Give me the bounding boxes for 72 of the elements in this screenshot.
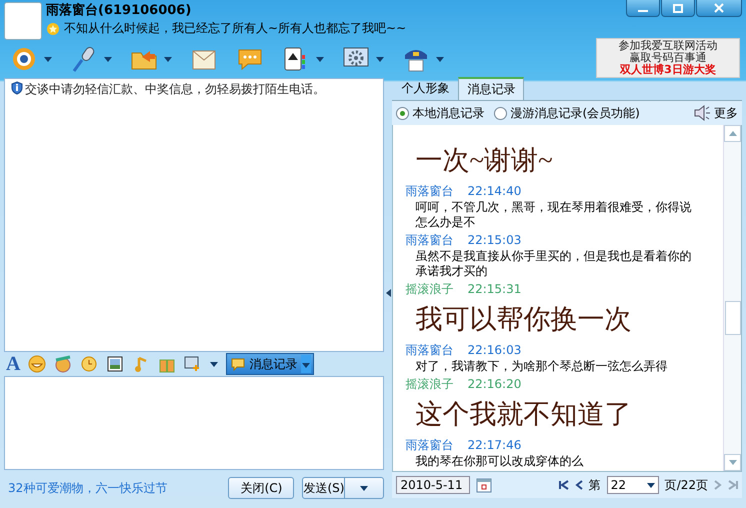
page-dropdown[interactable]: 22 [606, 476, 659, 494]
calendar-icon[interactable] [476, 477, 492, 493]
message-text: 虽然不是我直接从你手里买的，但是我也是看着你的承诺我才买的 [414, 249, 692, 279]
close-button[interactable]: 关闭(C) [228, 477, 294, 499]
previous-page-icon[interactable] [574, 480, 583, 490]
safety-notice: 交谈中请勿轻信汇款、中奖信息，勿轻易拨打陌生电话。 [25, 81, 325, 98]
radio-label[interactable]: 本地消息记录 [412, 104, 484, 122]
message-text: 我的琴在你那可以改成穿体的么 [414, 454, 584, 469]
first-page-icon[interactable] [558, 480, 569, 490]
star-icon [46, 22, 60, 36]
message-text: 我可以帮你换一次 [414, 303, 632, 336]
scroll-up-icon [728, 131, 736, 136]
radio-label[interactable]: 漫游消息记录(会员功能) [510, 104, 640, 122]
ad-text: 赢取号码百事通 [630, 52, 706, 64]
webcam-icon[interactable] [10, 45, 38, 73]
caret-icon[interactable] [164, 56, 172, 62]
caret-icon[interactable] [646, 482, 655, 488]
caret-icon[interactable] [210, 362, 218, 366]
page-count: 页/22页 [664, 476, 708, 494]
contact-name: 雨落窗台(619106006) [46, 2, 192, 20]
caret-icon[interactable] [44, 56, 52, 62]
font-button[interactable]: A [6, 354, 20, 374]
speaker-icon[interactable] [694, 104, 711, 122]
sender-name: 雨落窗台 [405, 183, 454, 200]
date-field[interactable]: 2010-5-11 [396, 476, 470, 494]
caret-icon[interactable] [316, 56, 324, 62]
ad-text: 双人世博3日游大奖 [620, 64, 716, 76]
caret-icon[interactable] [360, 486, 368, 490]
tab[interactable]: 个人形象 [392, 77, 458, 100]
maximize-icon [673, 4, 683, 12]
message-time: 22:15:03 [467, 232, 522, 249]
promo-link[interactable]: 32种可爱潮物，六一快乐过节 [4, 480, 228, 496]
radio-button[interactable] [396, 106, 410, 120]
sender-name: 雨落窗台 [405, 232, 454, 249]
speech-bubble-icon [231, 357, 246, 371]
caret-icon[interactable] [436, 56, 444, 62]
minimize-button[interactable] [626, 0, 660, 17]
message-history-button[interactable]: 消息记录 [226, 353, 314, 375]
message-time: 22:17:46 [467, 437, 522, 454]
message-time: 22:16:20 [467, 376, 522, 393]
sender-name: 摇滚浪子 [405, 281, 454, 298]
more-button[interactable]: 更多 [714, 104, 738, 122]
clock-face-icon[interactable] [80, 355, 98, 373]
close-icon [714, 3, 724, 13]
scrollbar[interactable] [723, 125, 741, 471]
landscape-picture-icon[interactable] [106, 355, 124, 373]
ad-text: 参加我爱互联网活动 [618, 40, 718, 52]
ad-banner[interactable]: 参加我爱互联网活动 赢取号码百事通 双人世博3日游大奖 [596, 38, 740, 78]
send-button[interactable]: 发送(S) [302, 477, 384, 499]
close-window-button[interactable] [696, 0, 742, 17]
sender-name: 雨落窗台 [405, 342, 454, 359]
status-message: 不知从什么时候起，我已经忘了所有人~所有人也都忘了我吧~~ [64, 20, 406, 37]
tab[interactable]: 消息记录 [458, 77, 524, 100]
sender-name: 雨落窗台 [405, 437, 454, 454]
shield-info-icon [11, 81, 23, 95]
message-text: 这个我就不知道了 [414, 398, 632, 431]
page-label: 第 [588, 476, 601, 494]
scrollbar-thumb[interactable] [725, 301, 741, 335]
message-text: 呵呵，不管几次，黑哥，现在琴用着很难受，你得说怎么办是不 [414, 200, 692, 230]
scroll-down-icon [728, 460, 736, 465]
caret-icon[interactable] [376, 56, 384, 62]
message-time: 22:14:40 [467, 183, 522, 200]
radio-button[interactable] [494, 106, 508, 120]
collapse-arrow-icon[interactable] [386, 289, 391, 297]
sender-name: 摇滚浪子 [405, 376, 454, 393]
message-text: 一次~谢谢~ [414, 144, 554, 177]
message-input[interactable] [4, 376, 384, 470]
caret-icon[interactable] [104, 56, 112, 62]
message-time: 22:15:31 [467, 281, 522, 298]
maximize-button[interactable] [661, 0, 695, 17]
message-text: 对了，我请教下，为啥那个琴总断一弦怎么弄得 [414, 359, 668, 374]
message-time: 22:16:03 [467, 342, 522, 359]
